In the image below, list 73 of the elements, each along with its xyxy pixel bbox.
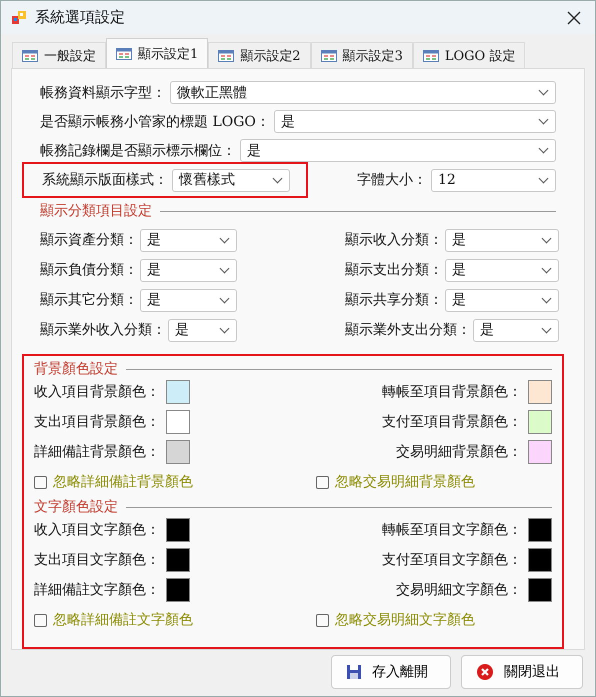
dropdown[interactable]: 是	[168, 318, 237, 342]
dropdown[interactable]: 是	[445, 228, 559, 252]
table-icon	[422, 50, 439, 62]
color-swatch[interactable]	[166, 380, 190, 404]
checkbox[interactable]	[316, 476, 329, 489]
close-icon[interactable]	[567, 10, 581, 24]
field-label: 是否顯示帳務小管家的標題 LOGO：	[39, 112, 270, 131]
section-heading: 顯示分類項目設定	[39, 202, 152, 220]
field-label: 轉帳至項目背景顏色：	[381, 383, 522, 402]
tab[interactable]: 一般設定	[12, 42, 106, 68]
field-label: 轉帳至項目文字顏色：	[381, 521, 522, 540]
field-label: 交易明細文字顏色：	[395, 581, 522, 600]
dropdown[interactable]: 12	[431, 168, 556, 192]
field-label: 顯示其它分類：	[40, 291, 138, 310]
color-swatch[interactable]	[166, 440, 190, 464]
color-swatch[interactable]	[528, 410, 552, 434]
field-label: 顯示業外收入分類：	[40, 321, 166, 340]
field-label: 詳細備註文字顏色：	[33, 581, 160, 600]
dropdown[interactable]: 是	[140, 228, 237, 252]
color-swatch[interactable]	[528, 548, 552, 572]
table-icon	[22, 50, 38, 62]
field-label: 詳細備註背景顏色：	[33, 443, 160, 462]
close-button[interactable]: 關閉退出	[461, 655, 583, 689]
field-label: 顯示業外支出分類：	[345, 321, 471, 340]
tab[interactable]: 顯示設定2	[208, 42, 311, 68]
checkbox[interactable]	[34, 614, 47, 627]
color-swatch[interactable]	[528, 440, 552, 464]
color-swatch[interactable]	[166, 410, 190, 434]
field-label: 收入項目文字顏色：	[33, 521, 160, 540]
field-label: 支出項目文字顏色：	[33, 551, 160, 570]
section-heading: 文字顏色設定	[33, 498, 118, 516]
tab[interactable]: 顯示設定3	[310, 42, 413, 68]
field-label: 系統顯示版面樣式：	[41, 171, 168, 190]
field-label: 顯示負債分類：	[40, 261, 138, 280]
dropdown[interactable]: 是	[274, 110, 556, 134]
section-heading: 背景顏色設定	[33, 360, 118, 378]
window-title: 系統選項設定	[35, 8, 126, 27]
field-label: 顯示支出分類：	[345, 261, 443, 280]
color-swatch[interactable]	[528, 578, 552, 602]
dropdown[interactable]: 是	[445, 288, 559, 312]
field-label: 帳務資料顯示字型：	[39, 84, 166, 102]
field-label: 字體大小：	[356, 171, 427, 190]
dropdown[interactable]: 是	[240, 139, 556, 162]
field-label: 交易明細背景顏色：	[395, 443, 522, 462]
dropdown[interactable]: 微軟正黑體	[170, 81, 556, 104]
dropdown[interactable]: 是	[140, 258, 237, 282]
close-icon	[476, 663, 494, 681]
tab[interactable]: LOGO 設定	[412, 42, 526, 68]
save-button[interactable]: 存入離開	[331, 655, 451, 689]
table-icon	[116, 48, 132, 60]
color-swatch[interactable]	[166, 548, 190, 572]
color-swatch[interactable]	[528, 518, 552, 542]
field-label: 收入項目背景顏色：	[33, 383, 160, 402]
color-swatch[interactable]	[166, 518, 190, 542]
field-label: 顯示共享分類：	[345, 291, 443, 310]
dropdown[interactable]: 是	[445, 258, 559, 282]
color-swatch[interactable]	[528, 380, 552, 404]
table-icon	[320, 50, 337, 62]
app-icon	[11, 10, 27, 26]
checkbox[interactable]	[34, 476, 47, 489]
color-swatch[interactable]	[166, 578, 190, 602]
dropdown[interactable]: 是	[473, 318, 559, 342]
field-label: 支出項目背景顏色：	[33, 413, 160, 432]
field-label: 支付至項目背景顏色：	[381, 413, 522, 432]
field-label: 支付至項目文字顏色：	[381, 551, 522, 570]
field-label: 顯示收入分類：	[345, 231, 443, 250]
field-label: 帳務記錄欄是否顯示標示欄位：	[39, 142, 236, 160]
field-label: 顯示資產分類：	[40, 231, 138, 250]
tab[interactable]: 顯示設定1	[106, 38, 208, 68]
dropdown[interactable]: 懷舊樣式	[172, 168, 290, 192]
checkbox[interactable]	[316, 614, 329, 627]
dropdown[interactable]: 是	[140, 288, 237, 312]
table-icon	[218, 50, 234, 62]
